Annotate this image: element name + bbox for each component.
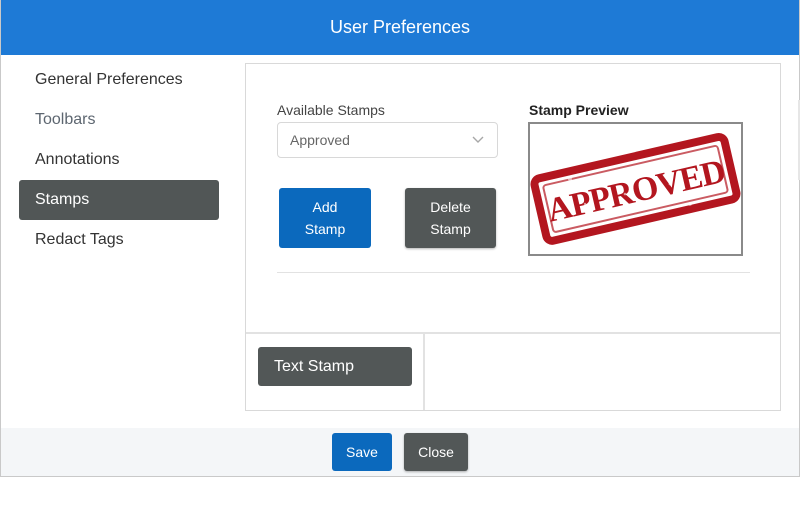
lower-section-vertical-separator xyxy=(423,334,425,410)
delete-stamp-label-line1: Delete xyxy=(430,199,471,215)
stamps-panel: Available Stamps Approved Add Stamp Dele… xyxy=(245,63,781,411)
text-stamp-button[interactable]: Text Stamp xyxy=(258,347,412,386)
lower-section-separator xyxy=(246,332,780,334)
preferences-sidebar: General Preferences Toolbars Annotations… xyxy=(19,60,219,260)
sidebar-item-annotations[interactable]: Annotations xyxy=(19,140,219,180)
save-button[interactable]: Save xyxy=(332,433,392,471)
stamp-preview-label: Stamp Preview xyxy=(529,102,629,118)
delete-stamp-label-line2: Stamp xyxy=(430,221,471,237)
sidebar-item-redact-tags[interactable]: Redact Tags xyxy=(19,220,219,260)
add-stamp-label-line2: Stamp xyxy=(304,221,346,237)
chevron-down-icon xyxy=(471,132,485,149)
panel-divider xyxy=(277,272,750,273)
add-stamp-button[interactable]: Add Stamp xyxy=(279,188,371,248)
dialog-footer xyxy=(1,428,799,476)
selected-stamp-value: Approved xyxy=(290,132,350,148)
dialog-title: User Preferences xyxy=(329,17,471,37)
user-preferences-dialog: User Preferences General Preferences Too… xyxy=(0,0,800,477)
add-stamp-label-line1: Add xyxy=(312,199,338,215)
delete-stamp-button[interactable]: Delete Stamp xyxy=(405,188,496,248)
available-stamps-label: Available Stamps xyxy=(277,102,385,118)
stamp-preview-box: APPROVED xyxy=(528,122,743,256)
available-stamps-select[interactable]: Approved xyxy=(277,122,498,158)
approved-stamp-image: APPROVED xyxy=(530,132,741,245)
close-button[interactable]: Close xyxy=(404,433,468,471)
sidebar-item-toolbars[interactable]: Toolbars xyxy=(19,100,219,140)
sidebar-item-general-preferences[interactable]: General Preferences xyxy=(19,60,219,100)
sidebar-item-stamps[interactable]: Stamps xyxy=(19,180,219,220)
dialog-titlebar: User Preferences xyxy=(1,0,799,55)
